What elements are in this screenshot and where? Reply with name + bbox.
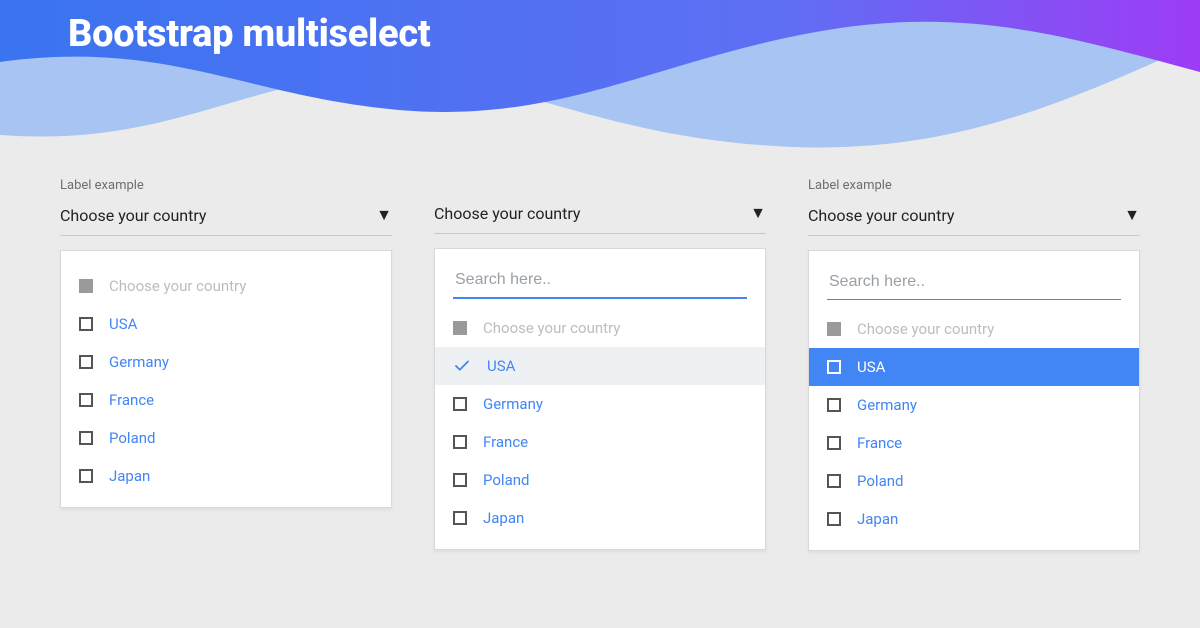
option-header: Choose your country: [435, 309, 765, 347]
option-item[interactable]: Poland: [809, 462, 1139, 500]
option-list: USA Germany France Poland Japan: [809, 348, 1139, 538]
checkbox-icon: [453, 321, 467, 335]
option-label: USA: [487, 357, 515, 375]
option-label: Poland: [483, 471, 529, 489]
option-list: USA Germany France Poland Japan: [435, 347, 765, 537]
option-header: Choose your country: [61, 267, 391, 305]
option-item[interactable]: USA: [809, 348, 1139, 386]
option-label: Japan: [109, 467, 150, 485]
multiselect-search-check: Choose your country ▼ Choose your countr…: [434, 178, 766, 551]
option-item[interactable]: USA: [435, 347, 765, 385]
option-item[interactable]: Germany: [435, 385, 765, 423]
search-input[interactable]: [827, 267, 1121, 300]
option-label: Germany: [109, 353, 169, 371]
option-item[interactable]: Poland: [435, 461, 765, 499]
checkbox-icon: [79, 393, 93, 407]
option-label: Poland: [109, 429, 155, 447]
option-item[interactable]: Japan: [809, 500, 1139, 538]
check-icon: [453, 357, 471, 375]
checkbox-icon: [827, 512, 841, 526]
option-label: France: [857, 434, 902, 452]
option-header: Choose your country: [809, 310, 1139, 348]
option-label: USA: [857, 358, 885, 376]
checkbox-icon: [827, 322, 841, 336]
caret-down-icon: ▼: [376, 205, 392, 225]
checkbox-icon: [79, 355, 93, 369]
caret-down-icon: ▼: [1124, 205, 1140, 225]
select-value: Choose your country: [60, 206, 207, 225]
option-label: Japan: [857, 510, 898, 528]
dropdown-panel: Choose your country USA Germany France Pola…: [808, 250, 1140, 551]
option-item[interactable]: Japan: [435, 499, 765, 537]
option-label: France: [109, 391, 154, 409]
option-label: Choose your country: [109, 277, 246, 295]
checkbox-icon: [79, 431, 93, 445]
checkbox-icon: [453, 397, 467, 411]
option-item[interactable]: Japan: [61, 457, 391, 495]
option-item[interactable]: France: [435, 423, 765, 461]
option-label: Choose your country: [483, 319, 620, 337]
option-label: Japan: [483, 509, 524, 527]
option-item[interactable]: Germany: [61, 343, 391, 381]
option-item[interactable]: France: [809, 424, 1139, 462]
caret-down-icon: ▼: [750, 203, 766, 223]
select-trigger[interactable]: Choose your country ▼: [808, 201, 1140, 236]
search-wrap: [435, 265, 765, 309]
multiselect-search-active: Label example Choose your country ▼ Choo…: [808, 178, 1140, 551]
select-trigger[interactable]: Choose your country ▼: [60, 201, 392, 236]
search-wrap: [809, 267, 1139, 310]
select-value: Choose your country: [434, 204, 581, 223]
option-item[interactable]: Poland: [61, 419, 391, 457]
option-label: Choose your country: [857, 320, 994, 338]
columns: Label example Choose your country ▼ Choo…: [60, 178, 1140, 551]
select-value: Choose your country: [808, 206, 955, 225]
dropdown-panel: Choose your country USA Germany France Pola…: [434, 248, 766, 550]
checkbox-icon: [453, 511, 467, 525]
multiselect-basic: Label example Choose your country ▼ Choo…: [60, 178, 392, 551]
dropdown-panel: Choose your country USA Germany France Pola…: [60, 250, 392, 508]
checkbox-icon: [79, 317, 93, 331]
checkbox-icon: [827, 360, 841, 374]
option-label: Germany: [483, 395, 543, 413]
field-label: Label example: [808, 178, 1140, 193]
select-trigger[interactable]: Choose your country ▼: [434, 199, 766, 234]
option-item[interactable]: USA: [61, 305, 391, 343]
checkbox-icon: [79, 469, 93, 483]
option-label: Poland: [857, 472, 903, 490]
checkbox-icon: [453, 473, 467, 487]
search-input[interactable]: [453, 265, 747, 299]
option-item[interactable]: France: [61, 381, 391, 419]
option-list: USA Germany France Poland Japan: [61, 305, 391, 495]
option-label: Germany: [857, 396, 917, 414]
option-label: France: [483, 433, 528, 451]
field-label: Label example: [60, 178, 392, 193]
page-title: Bootstrap multiselect: [68, 14, 430, 56]
checkbox-icon: [827, 436, 841, 450]
checkbox-icon: [79, 279, 93, 293]
checkbox-icon: [827, 474, 841, 488]
checkbox-icon: [827, 398, 841, 412]
option-item[interactable]: Germany: [809, 386, 1139, 424]
option-label: USA: [109, 315, 137, 333]
checkbox-icon: [453, 435, 467, 449]
